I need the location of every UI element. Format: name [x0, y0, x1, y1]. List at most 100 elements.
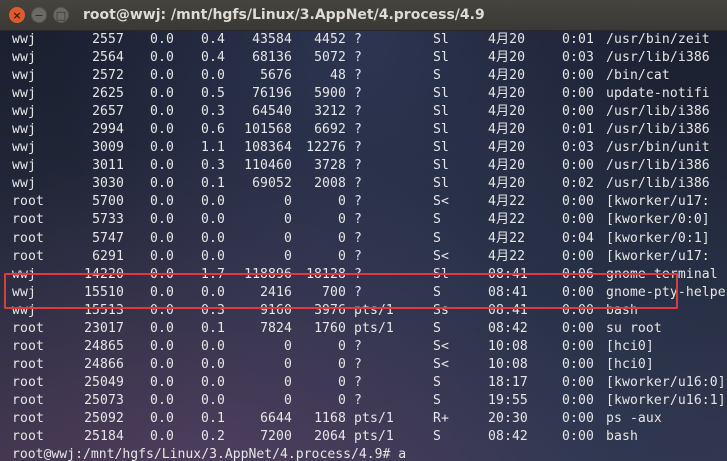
process-pid: 2994: [92, 122, 124, 138]
process-cpu: 0.0: [150, 86, 174, 102]
process-start: 4月20: [488, 122, 526, 138]
process-cpu: 0.0: [150, 32, 174, 47]
process-cpu: 0.0: [150, 140, 174, 156]
process-command: update-notifi: [606, 86, 710, 102]
process-tty: ?: [354, 140, 362, 156]
process-start: 08:41: [488, 284, 528, 300]
process-tty: ?: [354, 32, 362, 47]
process-user: wwj: [12, 32, 36, 47]
process-time: 0:00: [562, 104, 594, 120]
close-window-button[interactable]: ×: [9, 7, 25, 23]
process-command: [kworker/u17:: [606, 248, 710, 264]
process-command: gnome-pty-helpe: [606, 284, 726, 300]
process-mem: 0.0: [201, 284, 225, 300]
shell-prompt[interactable]: root@wwj:/mnt/hgfs/Linux/3.AppNet/4.proc…: [0, 446, 727, 461]
process-vsz: 7824: [260, 320, 292, 336]
process-pid: 2657: [92, 104, 124, 120]
process-stat: S<: [433, 356, 449, 372]
process-command: gnome-terminal: [606, 266, 718, 282]
process-pid: 25184: [84, 429, 124, 445]
process-user: root: [12, 410, 44, 426]
process-cpu: 0.0: [150, 158, 174, 174]
process-rss: 1168: [314, 410, 346, 426]
process-rss: 5072: [314, 50, 346, 66]
process-cpu: 0.0: [150, 194, 174, 210]
process-cpu: 0.0: [150, 284, 174, 300]
process-vsz: 5676: [260, 68, 292, 84]
process-pid: 25049: [84, 374, 124, 390]
process-tty: ?: [354, 122, 362, 138]
process-vsz: 0: [284, 356, 292, 372]
process-command: /usr/lib/i386: [606, 158, 710, 174]
process-start: 4月20: [488, 68, 526, 84]
process-row: wwj 3011 0.0 0.3 110460 3728? Sl 4月20 0:00/usr/l…: [0, 157, 727, 175]
process-tty: ?: [354, 374, 362, 390]
process-mem: 0.0: [201, 212, 225, 228]
process-tty: ?: [354, 176, 362, 192]
process-start: 4月20: [488, 104, 526, 120]
process-user: wwj: [12, 176, 36, 192]
process-time: 0:00: [562, 320, 594, 336]
process-start: 08:41: [488, 266, 528, 282]
process-rss: 700: [322, 284, 346, 300]
process-user: root: [12, 212, 44, 228]
process-vsz: 43584: [252, 32, 292, 47]
process-time: 0:00: [562, 374, 594, 390]
process-cpu: 0.0: [150, 230, 174, 246]
process-stat: Sl: [433, 158, 449, 174]
process-vsz: 108364: [244, 140, 292, 156]
process-cpu: 0.0: [150, 68, 174, 84]
process-tty: ?: [354, 266, 362, 282]
maximize-icon: □: [55, 8, 67, 22]
process-mem: 0.3: [201, 104, 225, 120]
process-user: wwj: [12, 302, 36, 318]
process-pid: 23017: [84, 320, 124, 336]
process-stat: Ss: [433, 302, 449, 318]
process-command: [kworker/0:1]: [606, 230, 710, 246]
process-vsz: 0: [284, 248, 292, 264]
process-start: 10:08: [488, 356, 528, 372]
process-pid: 15510: [84, 284, 124, 300]
terminal-window: × − □ root@wwj: /mnt/hgfs/Linux/3.AppNet…: [0, 0, 727, 461]
process-time: 0:03: [562, 50, 594, 66]
process-time: 0:00: [562, 68, 594, 84]
process-start: 4月20: [488, 176, 526, 192]
process-pid: 2564: [92, 50, 124, 66]
process-stat: S<: [433, 248, 449, 264]
process-mem: 0.3: [201, 302, 225, 318]
process-mem: 0.2: [201, 429, 225, 445]
process-command: /usr/bin/unit: [606, 140, 710, 156]
process-time: 0:06: [562, 266, 594, 282]
process-start: 4月20: [488, 158, 526, 174]
process-stat: Sl: [433, 122, 449, 138]
process-rss: 3212: [314, 104, 346, 120]
process-start: 19:55: [488, 392, 528, 408]
process-user: root: [12, 338, 44, 354]
process-mem: 1.1: [201, 140, 225, 156]
minimize-window-button[interactable]: −: [31, 7, 47, 23]
process-mem: 0.5: [201, 86, 225, 102]
process-command: [kworker/0:0]: [606, 212, 710, 228]
title-bar[interactable]: × − □ root@wwj: /mnt/hgfs/Linux/3.AppNet…: [0, 0, 727, 31]
process-rss: 0: [338, 194, 346, 210]
process-stat: S<: [433, 338, 449, 354]
close-icon: ×: [12, 8, 22, 22]
process-time: 0:00: [562, 356, 594, 372]
process-list: wwj 2557 0.0 0.4 43584 4452? Sl 4月20 0:01/usr/bi…: [0, 31, 727, 461]
process-time: 0:00: [562, 248, 594, 264]
maximize-window-button[interactable]: □: [53, 7, 69, 23]
process-row: wwj 3030 0.0 0.1 69052 2008? Sl 4月20 0:02/usr/li…: [0, 175, 727, 193]
process-stat: S: [433, 68, 441, 84]
process-time: 0:01: [562, 32, 594, 47]
process-row: wwj 14220 0.0 1.7 118896 18128? Sl 08:41 0:06 gno…: [0, 266, 727, 284]
process-vsz: 69052: [252, 176, 292, 192]
process-cpu: 0.0: [150, 374, 174, 390]
process-pid: 24866: [84, 356, 124, 372]
process-start: 08:42: [488, 320, 528, 336]
process-cpu: 0.0: [150, 212, 174, 228]
process-pid: 14220: [84, 266, 124, 282]
process-cpu: 0.0: [150, 410, 174, 426]
process-pid: 5700: [92, 194, 124, 210]
process-user: root: [12, 248, 44, 264]
terminal-output[interactable]: wwj 2557 0.0 0.4 43584 4452? Sl 4月20 0:01/usr/bi…: [0, 31, 727, 461]
